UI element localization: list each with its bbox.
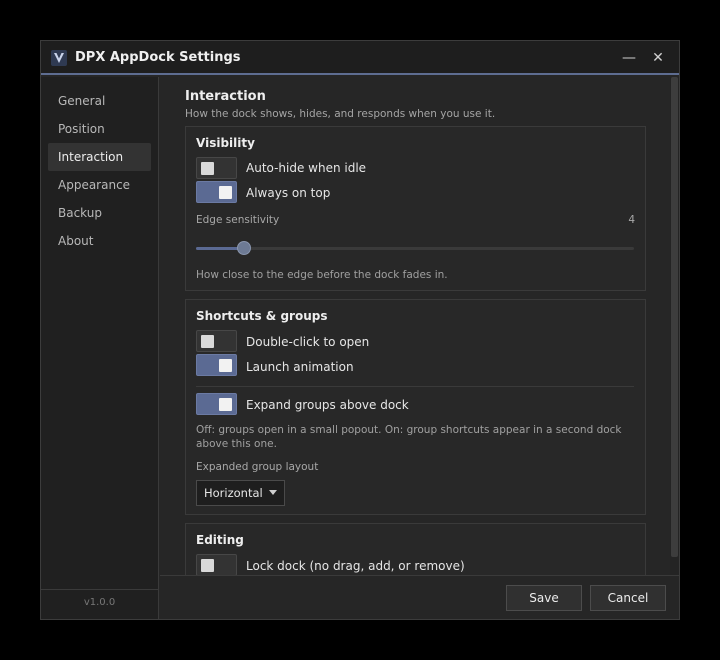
group-layout-select[interactable]: Horizontal: [196, 480, 285, 506]
sidebar-item-backup[interactable]: Backup: [48, 199, 151, 227]
lock-dock-label: Lock dock (no drag, add, or remove): [246, 559, 465, 573]
launch-animation-label: Launch animation: [246, 360, 354, 374]
toggle-knob: [201, 335, 214, 348]
toggle-knob: [201, 559, 214, 572]
expand-groups-hint: Off: groups open in a small popout. On: …: [196, 424, 622, 450]
sidebar-item-position[interactable]: Position: [48, 115, 151, 143]
edge-sensitivity-value: 4: [628, 214, 635, 226]
edge-sensitivity-hint: How close to the edge before the dock fa…: [196, 269, 448, 281]
footer-bar: Save Cancel: [160, 575, 679, 619]
version-label: v1.0.0: [83, 597, 116, 608]
card-title: Shortcuts & groups: [196, 309, 328, 323]
group-layout-label: Expanded group layout: [196, 461, 319, 473]
edge-sensitivity-label: Edge sensitivity: [196, 214, 280, 226]
content-panel: Interaction How the dock shows, hides, a…: [160, 77, 679, 575]
auto-hide-toggle[interactable]: [196, 157, 237, 179]
double-click-toggle[interactable]: [196, 330, 237, 352]
slider-thumb[interactable]: [237, 241, 252, 255]
scrollbar-thumb[interactable]: [671, 77, 678, 557]
minimize-button[interactable]: —: [619, 48, 639, 68]
sidebar: General Position Interaction Appearance …: [41, 77, 159, 619]
save-button[interactable]: Save: [506, 585, 582, 611]
toggle-knob: [219, 359, 232, 372]
launch-animation-toggle[interactable]: [196, 354, 237, 376]
page-description: How the dock shows, hides, and responds …: [185, 108, 496, 120]
app-logo-icon: [51, 50, 67, 66]
divider: [196, 386, 634, 387]
card-title: Visibility: [196, 136, 255, 150]
caret-down-icon: [269, 490, 277, 495]
card-title: Editing: [196, 533, 244, 547]
toggle-knob: [201, 162, 214, 175]
sidebar-item-appearance[interactable]: Appearance: [48, 171, 151, 199]
sidebar-item-interaction[interactable]: Interaction: [48, 143, 151, 171]
edge-sensitivity-slider[interactable]: [196, 241, 634, 255]
expand-groups-label: Expand groups above dock: [246, 398, 409, 412]
shortcuts-groups-card: Shortcuts & groups Double-click to open …: [185, 299, 646, 515]
settings-window: DPX AppDock Settings — ✕ General Positio…: [40, 40, 680, 620]
always-on-top-toggle[interactable]: [196, 181, 237, 203]
visibility-card: Visibility Auto-hide when idle Always on…: [185, 126, 646, 291]
content-scrollbar[interactable]: [670, 77, 679, 575]
sidebar-item-about[interactable]: About: [48, 227, 151, 255]
editing-card: Editing Lock dock (no drag, add, or remo…: [185, 523, 646, 575]
close-button[interactable]: ✕: [648, 48, 668, 68]
group-layout-value: Horizontal: [204, 486, 263, 500]
double-click-label: Double-click to open: [246, 335, 370, 349]
toggle-knob: [219, 186, 232, 199]
window-title: DPX AppDock Settings: [75, 50, 241, 65]
auto-hide-label: Auto-hide when idle: [246, 161, 367, 175]
expand-groups-toggle[interactable]: [196, 393, 237, 415]
always-on-top-label: Always on top: [246, 186, 331, 200]
page-title: Interaction: [185, 89, 266, 104]
sidebar-item-general[interactable]: General: [48, 87, 151, 115]
title-bar[interactable]: DPX AppDock Settings — ✕: [41, 41, 679, 75]
lock-dock-toggle[interactable]: [196, 554, 237, 575]
toggle-knob: [219, 398, 232, 411]
cancel-button[interactable]: Cancel: [590, 585, 666, 611]
